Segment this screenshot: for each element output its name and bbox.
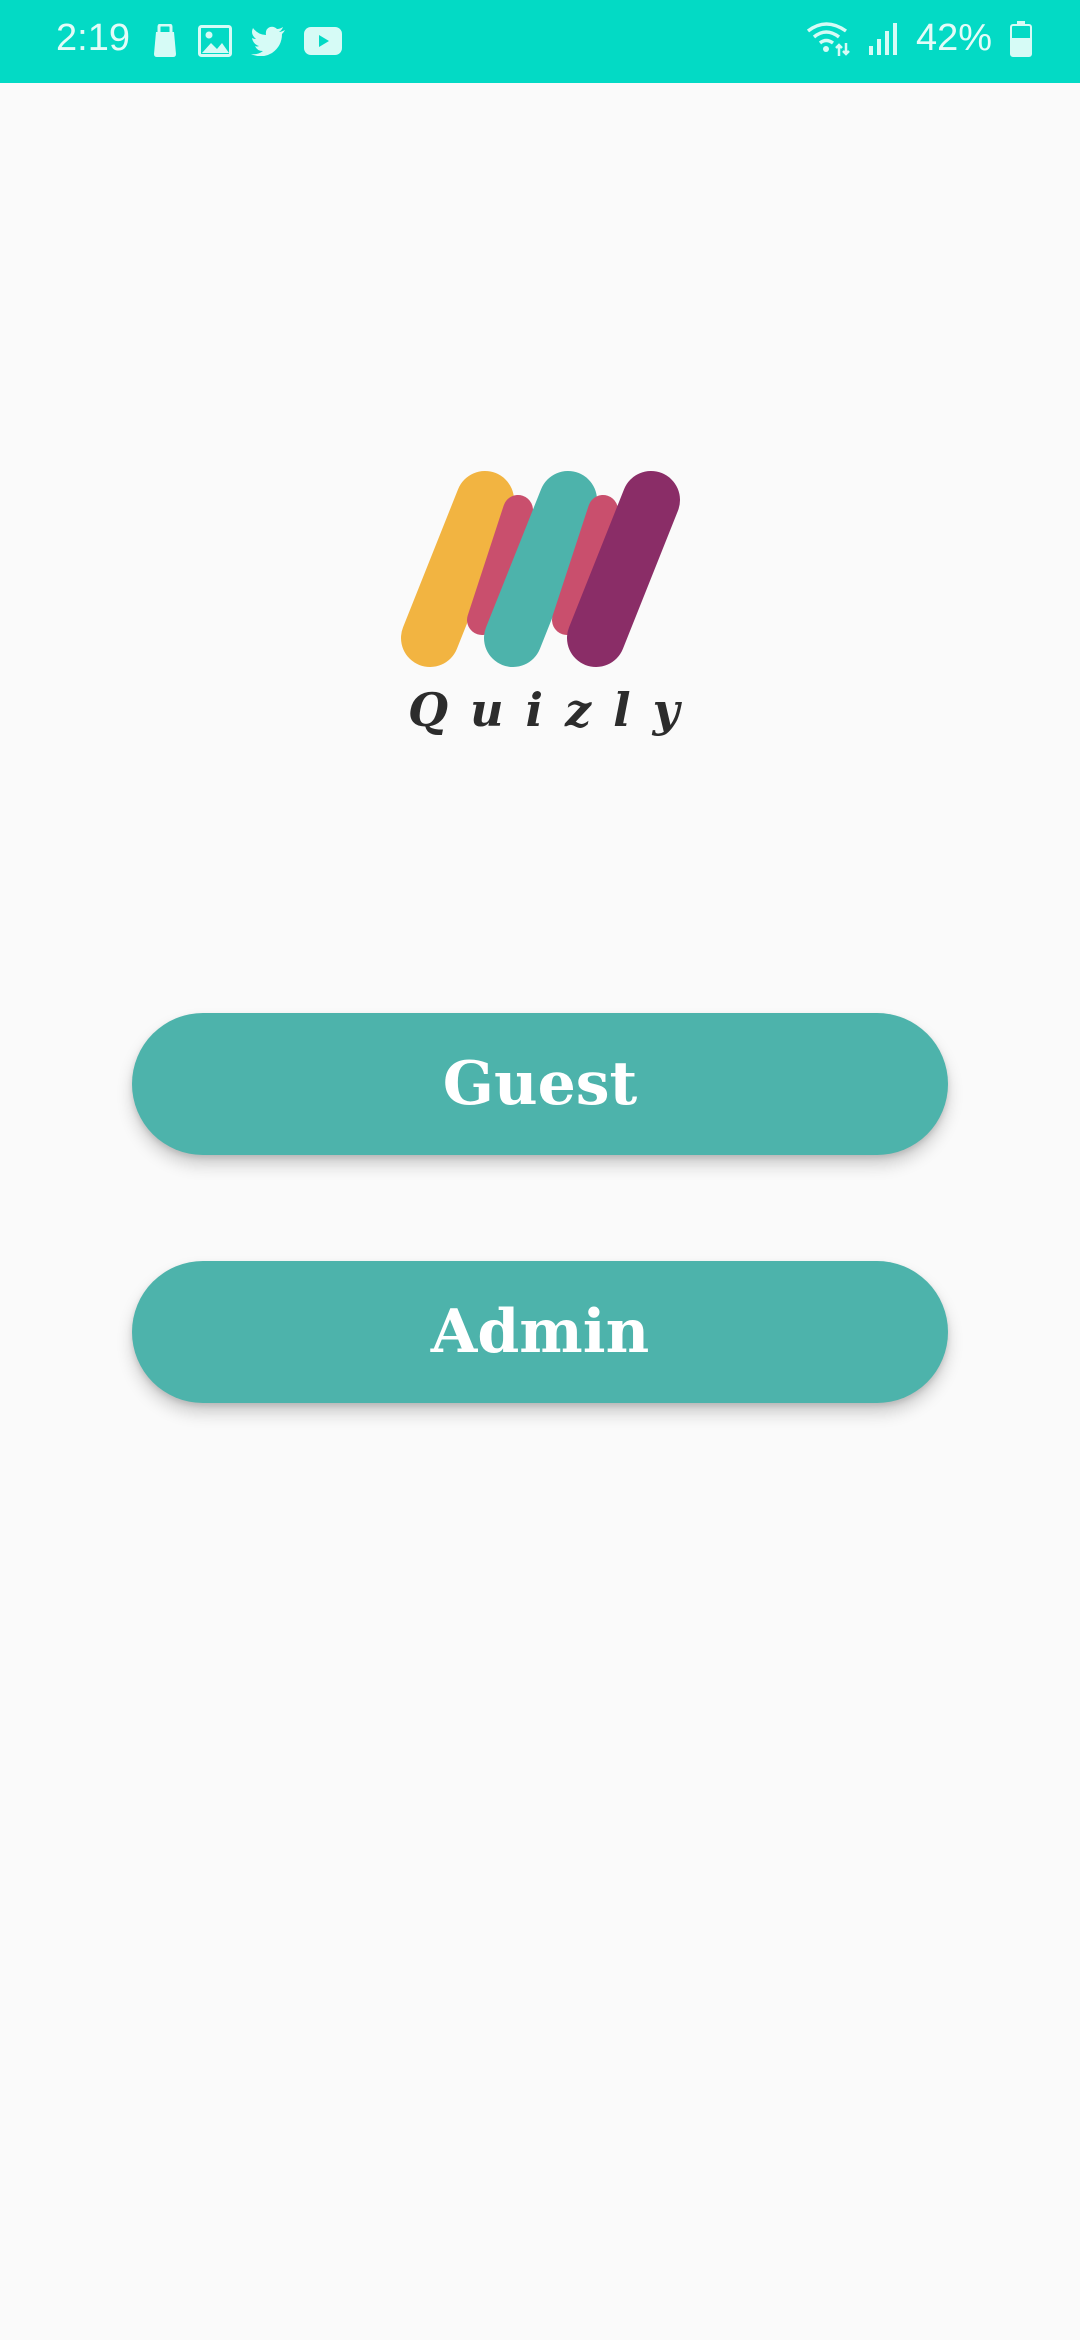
logo-mark-icon <box>401 471 680 667</box>
admin-button[interactable]: Admin <box>132 1261 948 1403</box>
wifi-icon <box>806 21 850 57</box>
quizly-logo: Quizly <box>390 470 690 760</box>
status-bar: 2:19 42% <box>0 0 1080 83</box>
image-icon <box>198 25 232 57</box>
signal-icon <box>868 22 898 56</box>
youtube-icon <box>304 27 342 55</box>
logo-text: Quizly <box>408 683 702 737</box>
system-status: 42% <box>806 17 1032 60</box>
briefcase-icon <box>150 24 180 58</box>
battery-percent: 42% <box>915 17 992 59</box>
notification-icons <box>150 24 342 58</box>
status-time: 2:19 <box>56 17 130 59</box>
twitter-icon <box>250 26 286 56</box>
battery-icon <box>1010 20 1032 57</box>
guest-button[interactable]: Guest <box>132 1013 948 1155</box>
